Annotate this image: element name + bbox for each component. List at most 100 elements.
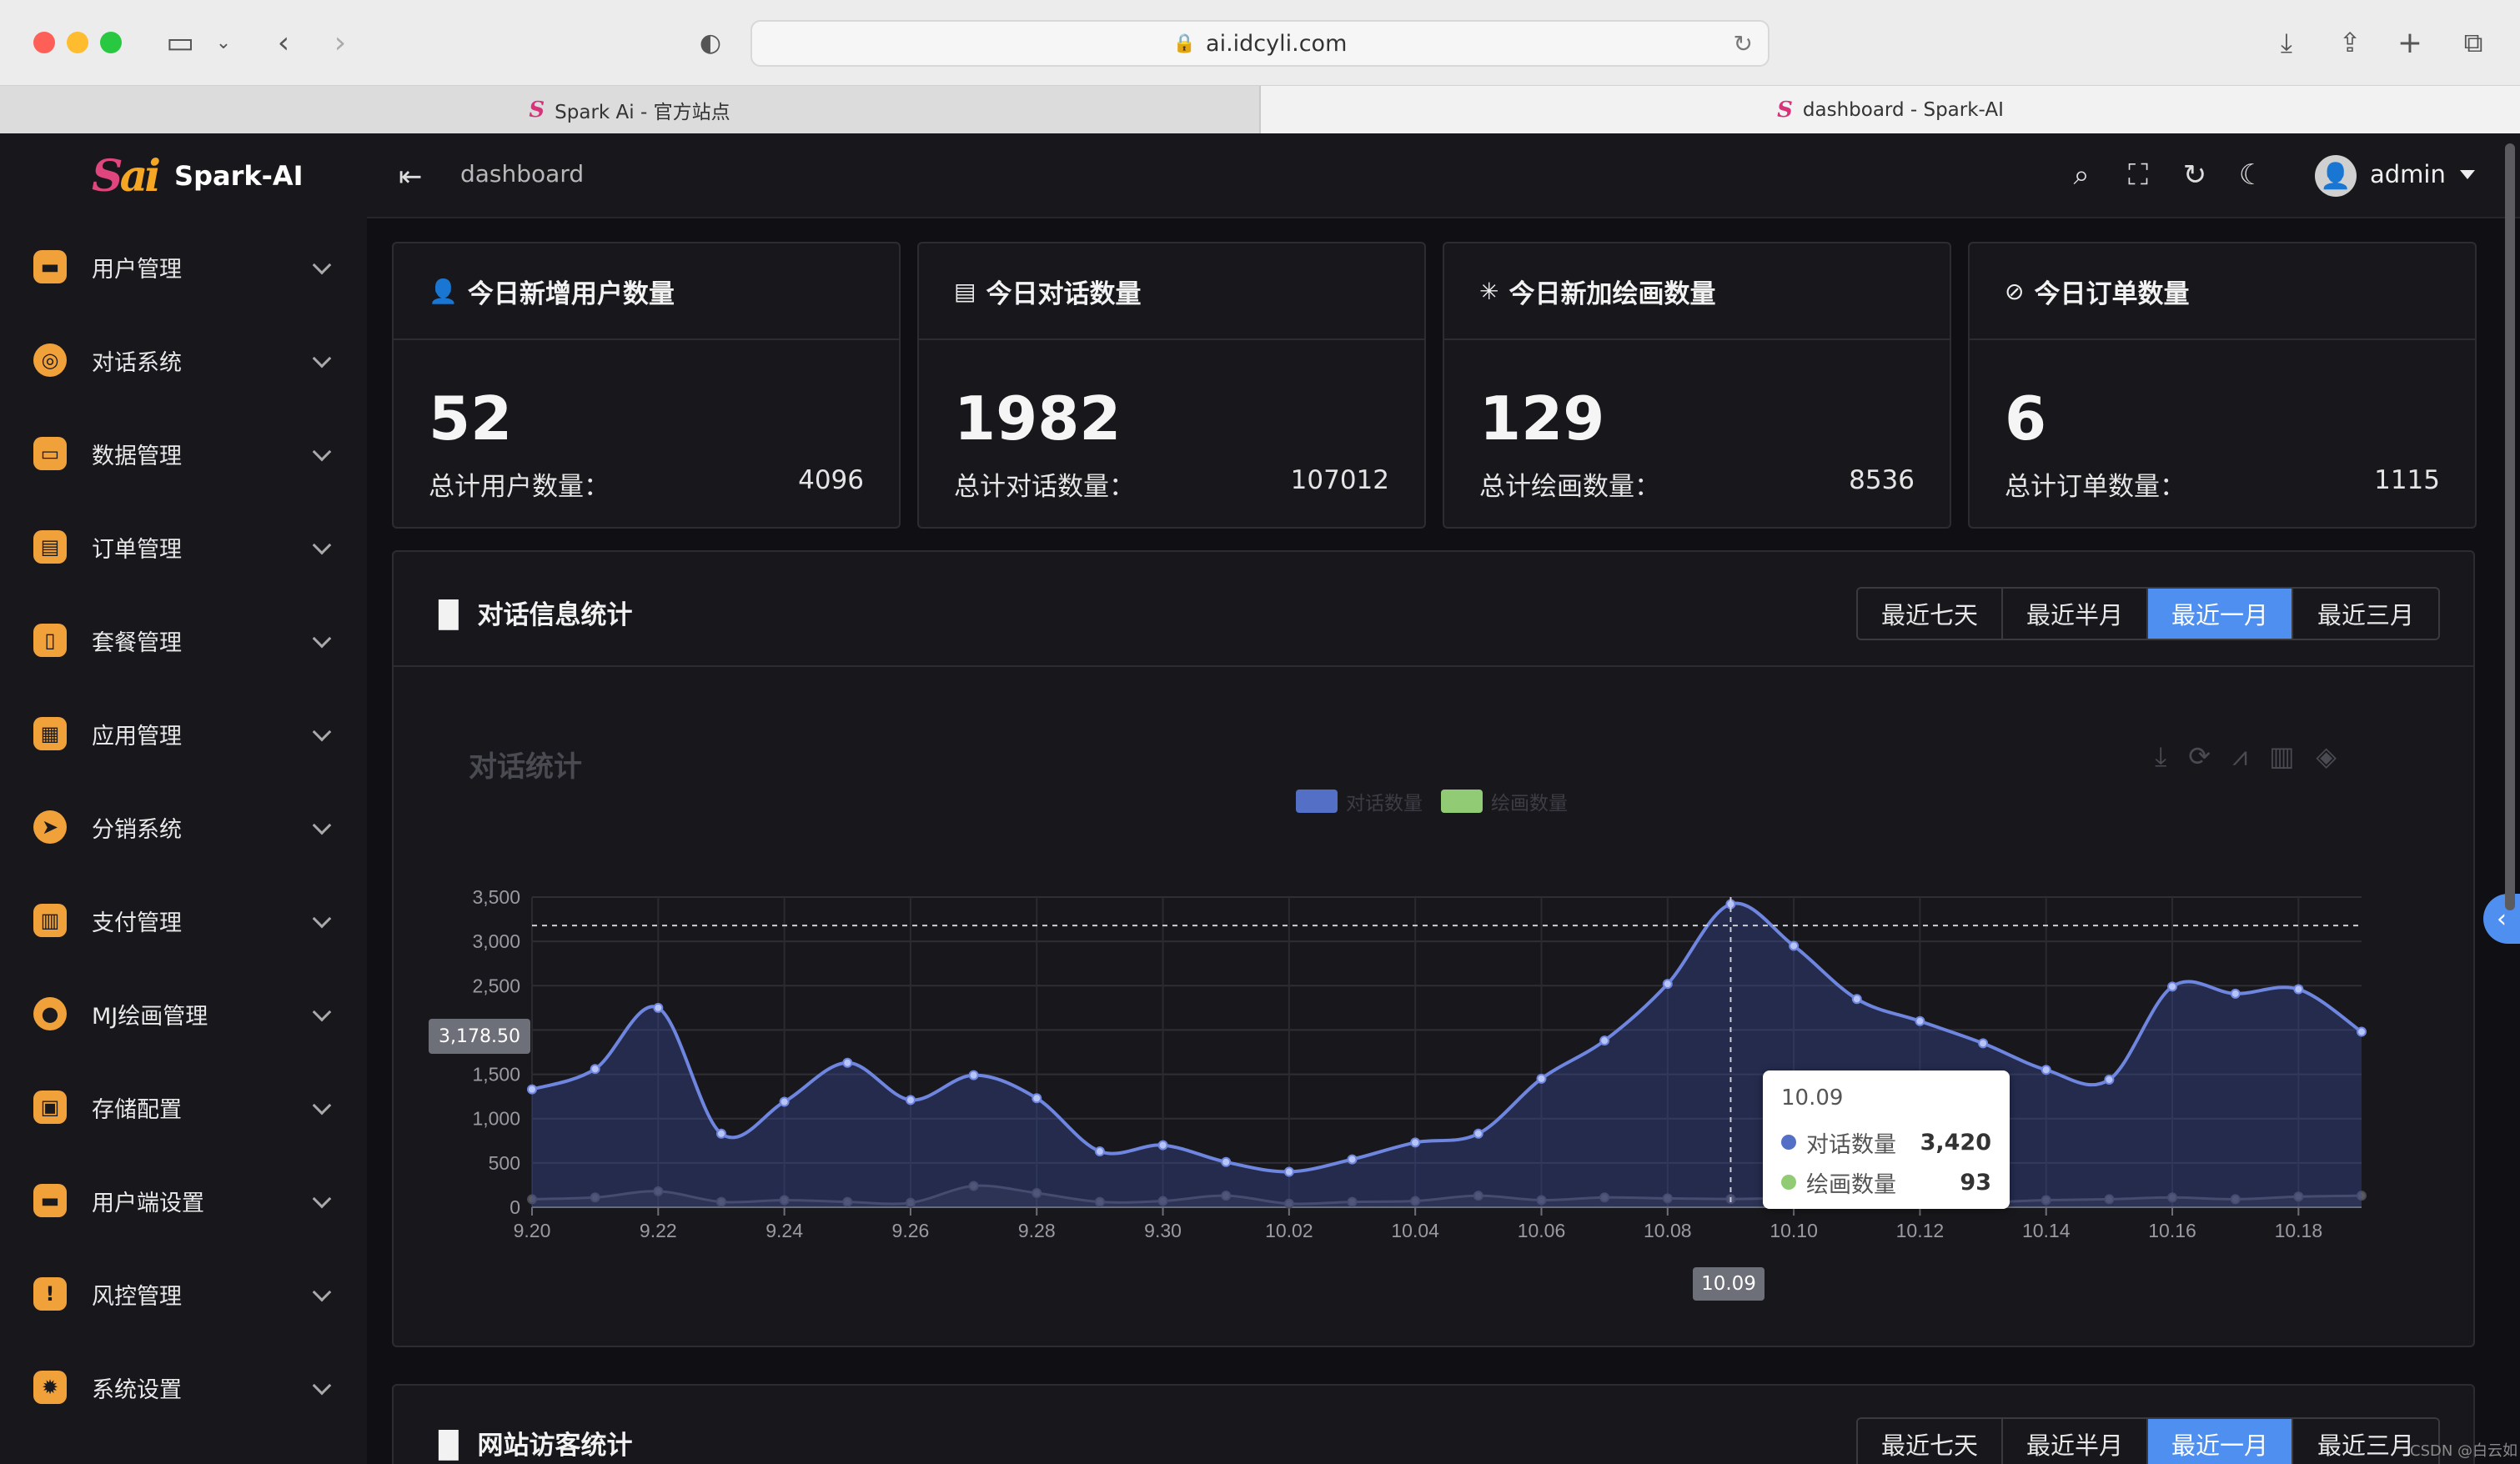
x-axis-pointer-label: 10.09 [1693,1267,1765,1301]
x-tick-label: 9.26 [892,1220,930,1241]
x-tick-label: 10.02 [1265,1220,1313,1241]
minimize-window-button[interactable] [67,32,88,53]
sidebar-item-label: 对话系统 [92,349,182,376]
download-icon[interactable]: ⤓ [2268,23,2305,62]
username[interactable]: admin [2370,160,2446,188]
sidebar-item-label: 数据管理 [92,443,182,469]
chevron-down-icon [312,535,332,555]
tooltip-title: 10.09 [1781,1085,1844,1111]
sidebar-item[interactable]: ● MJ绘画管理 [0,967,367,1060]
series-dot [1781,1135,1796,1150]
reload-icon[interactable]: ↻ [1734,30,1753,58]
back-icon[interactable]: ‹ [267,23,300,62]
data-point [1283,1166,1294,1177]
palette-icon: ● [33,997,67,1030]
sidebar-item[interactable]: ▬ 用户管理 [0,220,367,313]
data-point [1915,1015,1925,1026]
tab-title: Spark Ai - 官方站点 [555,101,730,123]
tooltip-series-name: 绘画数量 [1806,1171,1896,1198]
refresh-icon[interactable]: ↻ [2178,158,2211,192]
tab-overview-icon[interactable]: ⧉ [2455,23,2492,62]
topbar: ⇤ dashboard ⌕ ⛶ ↻ ☾ 👤 admin [367,133,2520,218]
menu-collapse-icon[interactable]: ⇤ [399,160,423,193]
chevron-down-icon [312,1376,332,1396]
x-tick-label: 10.12 [1896,1220,1945,1241]
card-total: 8536 [1849,465,1915,495]
sidebar-item[interactable]: ▣ 存储配置 [0,1060,367,1154]
sidebar-item[interactable]: ▬ 用户端设置 [0,1154,367,1247]
data-point [1157,1140,1168,1151]
chevron-down-icon [312,1189,332,1209]
brand-logo[interactable]: Sai Spark-AI [0,133,367,218]
close-window-button[interactable] [33,32,55,53]
series-area-0 [532,903,2362,1207]
avatar[interactable]: 👤 [2315,155,2357,197]
stat-card-orders: ⊘ 今日订单数量 6 总计订单数量： 1115 [1968,242,2477,529]
watermark: CSDN @白云如幻 [2410,1442,2518,1460]
data-icon: ▭ [33,437,67,470]
data-point [1789,940,1800,951]
forward-icon[interactable]: › [324,23,357,62]
data-point [527,1084,537,1095]
address-bar[interactable]: 🔒 ai.idcyli.com ↻ [750,20,1770,67]
card-value: 6 [2005,384,2047,454]
x-tick-label: 9.22 [640,1220,677,1241]
chevron-down-icon [312,255,332,275]
storage-icon: ▣ [33,1090,67,1124]
sidebar-item-label: MJ绘画管理 [92,1003,208,1030]
sidebar-item[interactable]: ▯ 套餐管理 [0,594,367,687]
series-dot [1781,1175,1796,1190]
page-scrollbar[interactable] [2505,143,2515,910]
breadcrumb: dashboard [460,160,585,188]
card-title: 今日订单数量 [2034,278,2190,309]
share-icon[interactable]: ⇪ [2332,23,2368,62]
card-total: 1115 [2374,465,2440,495]
card-sub-label: 总计对话数量： [954,472,1135,502]
sidebar-item[interactable]: ▥ 支付管理 [0,874,367,967]
sidebar-item[interactable]: ▦ 应用管理 [0,687,367,780]
zoom-window-button[interactable] [100,32,122,53]
chevron-down-icon [312,815,332,835]
data-point [590,1064,600,1075]
range-7-days-button[interactable]: 最近七天 [1858,1419,2003,1464]
range-one-month-button[interactable]: 最近一月 [2148,1419,2293,1464]
sidebar-item-label: 存储配置 [92,1096,182,1123]
sidebar-item[interactable]: ◎ 对话系统 [0,313,367,407]
x-tick-label: 10.18 [2275,1220,2323,1241]
tooltip-row: 绘画数量 93 [1781,1162,1991,1202]
y-tick-label: 1,000 [472,1108,520,1130]
browser-tab-dashboard[interactable]: S dashboard - Spark-AI [1261,86,2520,133]
conversation-stats-panel: ▐▌ 对话信息统计 最近七天 最近半月 最近一月 最近三月 对话统计 对话数量 … [392,550,2475,1347]
dark-mode-icon[interactable]: ☾ [2235,158,2268,192]
sidebar-item[interactable]: ▤ 订单管理 [0,500,367,594]
sidebar-item-label: 分销系统 [92,816,182,843]
fullscreen-icon[interactable]: ⛶ [2121,158,2155,192]
user-card-icon: ▬ [33,250,67,283]
sidebar-item[interactable]: ➤ 分销系统 [0,780,367,874]
range-half-month-button[interactable]: 最近半月 [2003,1419,2148,1464]
y-tick-label: 2,500 [472,975,520,996]
payment-icon: ▥ [33,904,67,937]
sidebar-item-label: 用户端设置 [92,1190,204,1216]
search-icon[interactable]: ⌕ [2065,158,2098,192]
app-root: Sai Spark-AI ▬ 用户管理 ◎ 对话系统 ▭ 数据管理 ▤ 订单管理 ▯ 套餐管理 ▦ 应… [0,133,2520,1464]
conversation-chart[interactable]: 05001,0001,5002,0002,5003,0003,5009.209.… [394,552,2477,1349]
shield-icon: ! [33,1277,67,1311]
data-point [2041,1065,2051,1075]
sidebar-item[interactable]: ✹ 系统设置 [0,1341,367,1434]
browser-tab-official[interactable]: S Spark Ai - 官方站点 [0,86,1261,133]
card-title: 今日新增用户数量 [467,278,675,309]
sidebar: Sai Spark-AI ▬ 用户管理 ◎ 对话系统 ▭ 数据管理 ▤ 订单管理 ▯ 套餐管理 ▦ 应… [0,133,367,1464]
caret-down-icon[interactable] [2460,170,2475,179]
new-tab-icon[interactable]: + [2392,23,2428,62]
data-point [653,1002,664,1013]
data-point [1536,1073,1547,1084]
sidebar-item[interactable]: ▭ 数据管理 [0,407,367,500]
sidebar-item-label: 订单管理 [92,536,182,563]
sidebar-toggle-icon[interactable]: ▭ [162,23,198,62]
sidebar-item[interactable]: ! 风控管理 [0,1247,367,1341]
chevron-down-icon[interactable]: ⌄ [212,23,235,62]
privacy-shield-icon[interactable]: ◐ [692,23,729,62]
data-point [2230,988,2241,999]
tooltip-series-value: 3,420 [1920,1129,1991,1156]
